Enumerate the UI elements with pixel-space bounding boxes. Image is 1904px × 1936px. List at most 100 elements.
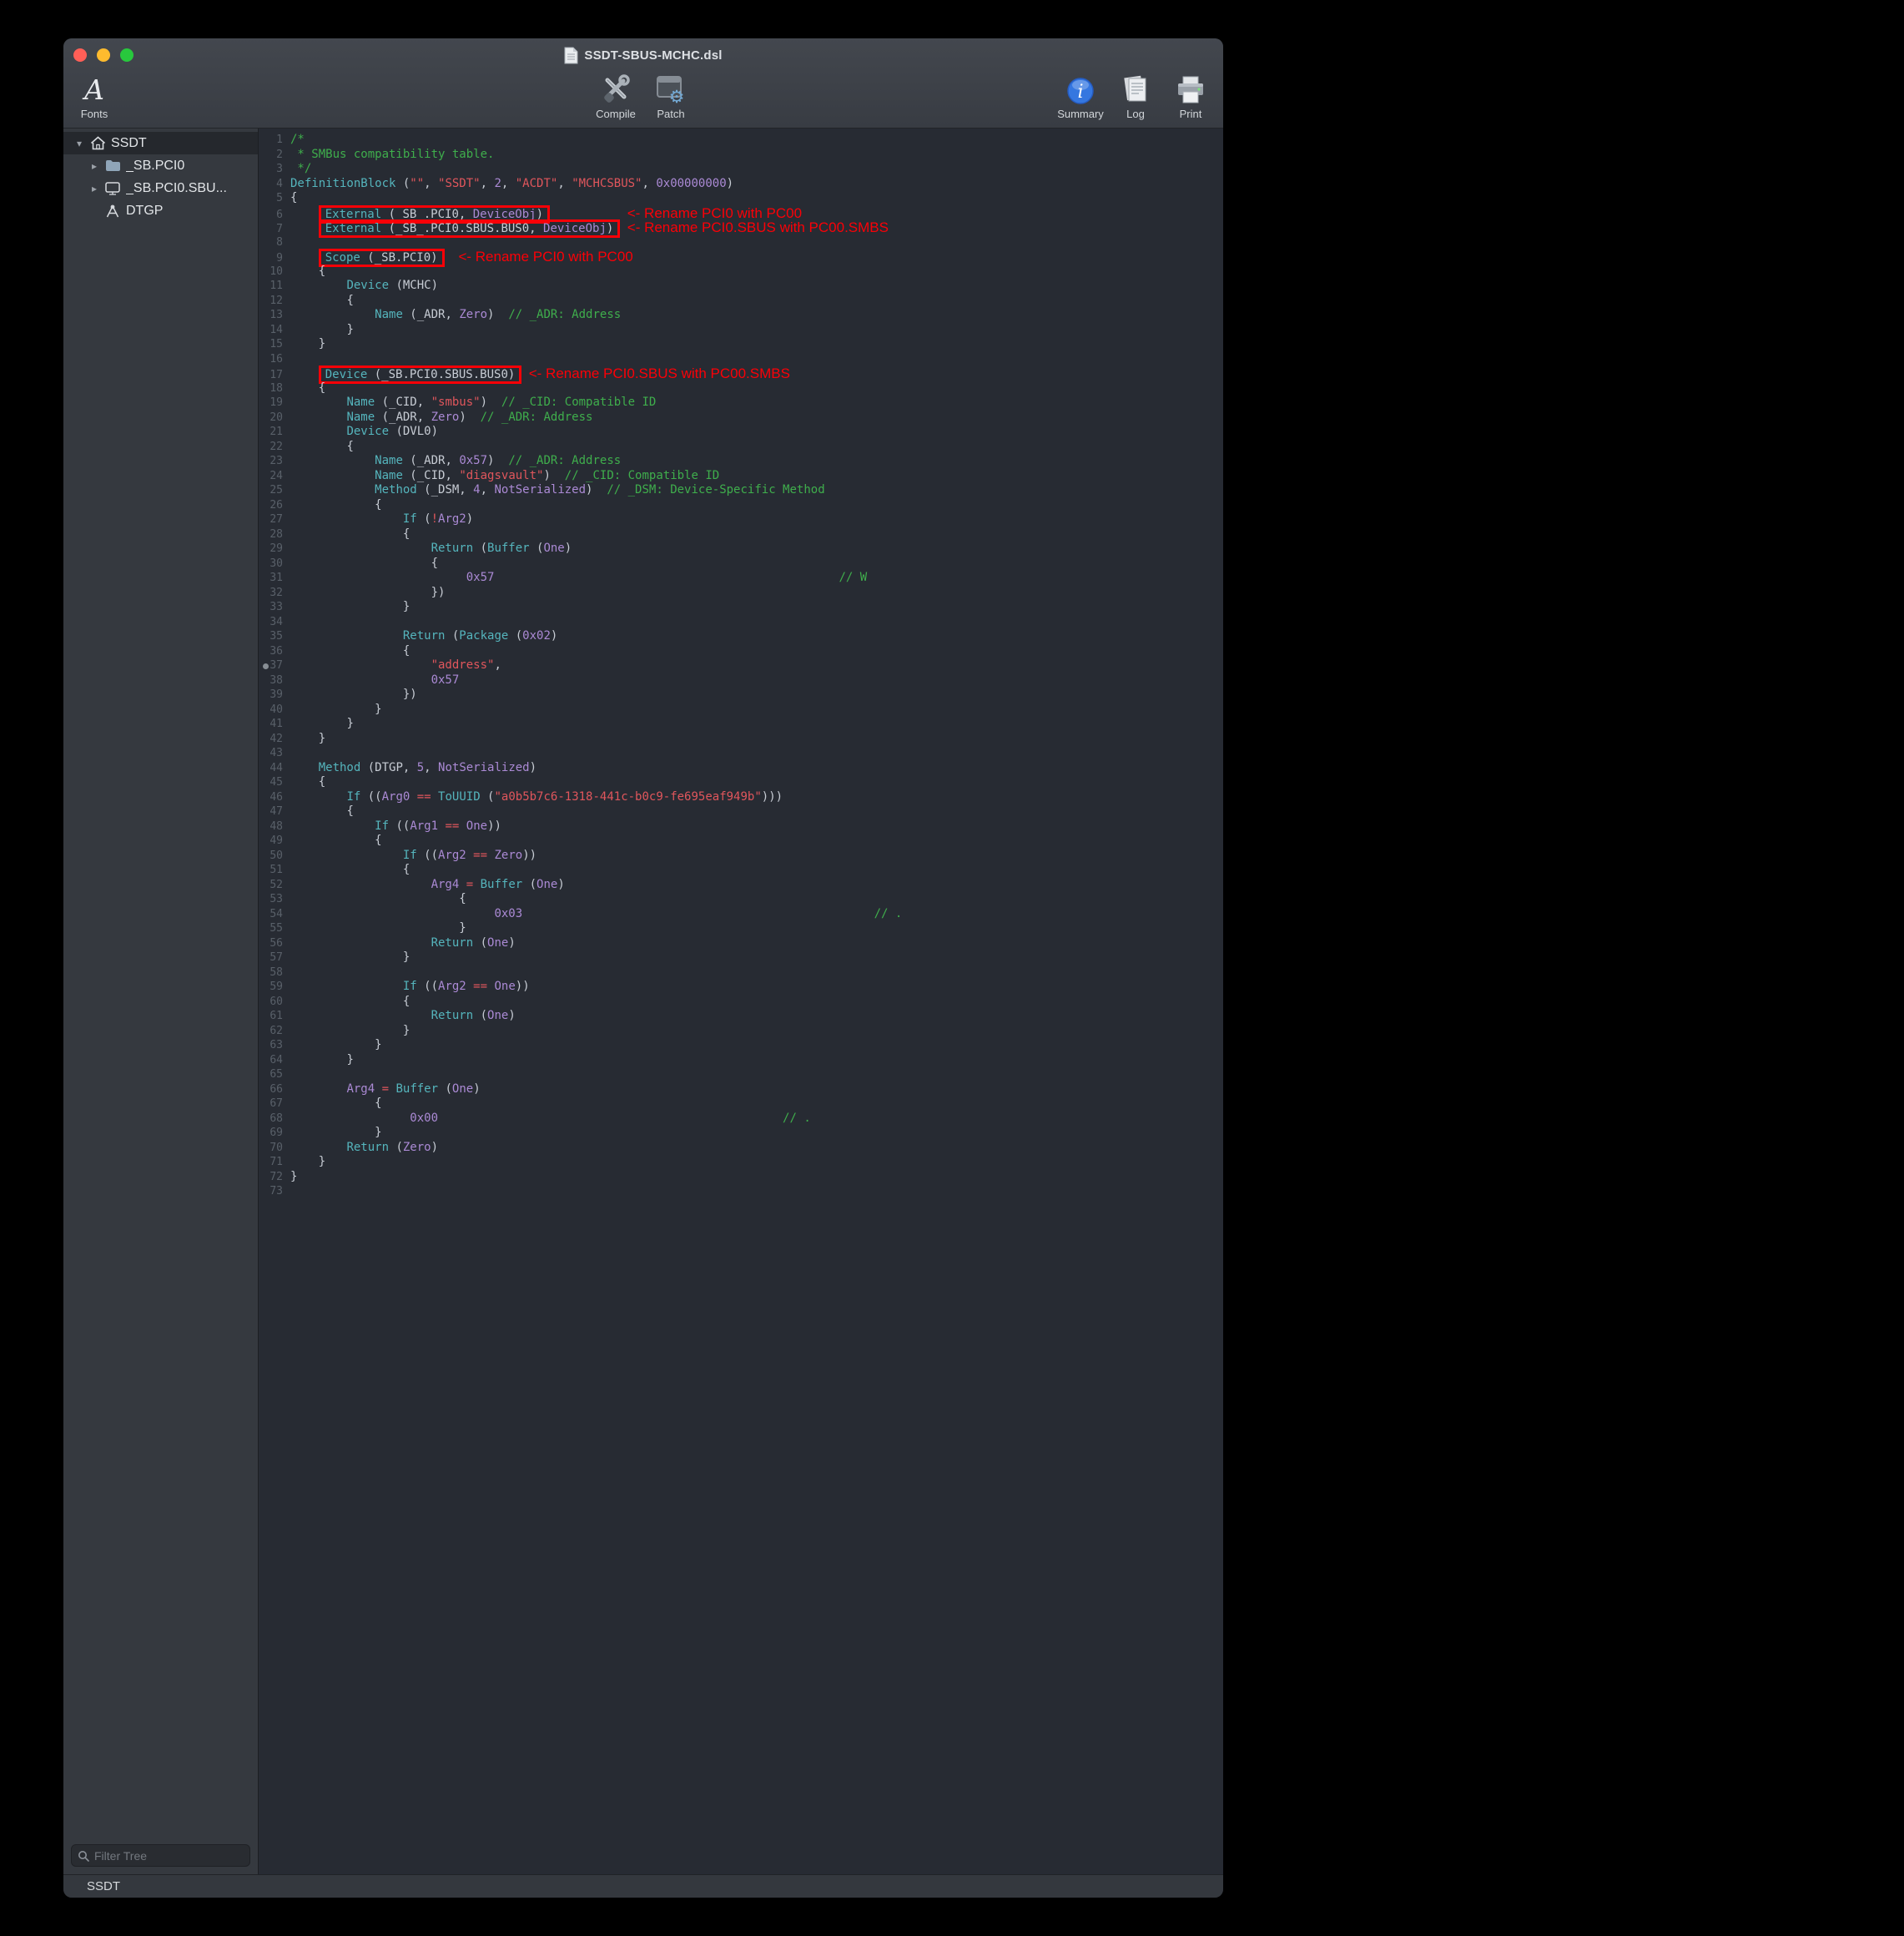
toolbar-label: Log bbox=[1126, 108, 1145, 120]
code-line[interactable]: 34 bbox=[259, 615, 1223, 630]
code-line[interactable]: 42 } bbox=[259, 732, 1223, 747]
code-line[interactable]: 47 { bbox=[259, 804, 1223, 819]
code-line[interactable]: 65 bbox=[259, 1067, 1223, 1082]
code-line[interactable]: 9 Scope (_SB.PCI0) <- Rename PCI0 with P… bbox=[259, 250, 1223, 265]
code-line[interactable]: 5{ bbox=[259, 191, 1223, 206]
code-line[interactable]: 43 bbox=[259, 746, 1223, 761]
code-line[interactable]: 37 "address", bbox=[259, 658, 1223, 673]
code-line[interactable]: 57 } bbox=[259, 950, 1223, 965]
toolbar-label: Patch bbox=[657, 108, 684, 120]
code-line[interactable]: 18 { bbox=[259, 381, 1223, 396]
code-line[interactable]: 8 bbox=[259, 235, 1223, 250]
code-line[interactable]: 44 Method (DTGP, 5, NotSerialized) bbox=[259, 761, 1223, 776]
code-line[interactable]: 11 Device (MCHC) bbox=[259, 279, 1223, 294]
code-line[interactable]: 12 { bbox=[259, 294, 1223, 309]
line-number: 71 bbox=[259, 1155, 290, 1170]
code-line[interactable]: 70 Return (Zero) bbox=[259, 1141, 1223, 1156]
code-line[interactable]: 23 Name (_ADR, 0x57) // _ADR: Address bbox=[259, 454, 1223, 469]
code-line[interactable]: 16 bbox=[259, 352, 1223, 367]
code-line[interactable]: 53 { bbox=[259, 892, 1223, 907]
code-line[interactable]: 50 If ((Arg2 == Zero)) bbox=[259, 849, 1223, 864]
code-line[interactable]: 64 } bbox=[259, 1053, 1223, 1068]
code-line[interactable]: 19 Name (_CID, "smbus") // _CID: Compati… bbox=[259, 396, 1223, 411]
code-line[interactable]: 55 } bbox=[259, 921, 1223, 936]
summary-button[interactable]: i Summary bbox=[1053, 68, 1108, 120]
code-line[interactable]: 28 { bbox=[259, 527, 1223, 542]
code-line[interactable]: 46 If ((Arg0 == ToUUID ("a0b5b7c6-1318-4… bbox=[259, 790, 1223, 805]
code-line[interactable]: 26 { bbox=[259, 498, 1223, 513]
code-line[interactable]: 66 Arg4 = Buffer (One) bbox=[259, 1082, 1223, 1097]
code-editor[interactable]: 1/*2 * SMBus compatibility table.3 */4De… bbox=[259, 129, 1223, 1874]
code-line[interactable]: 6 External (_SB_.PCI0, DeviceObj) <- Ren… bbox=[259, 206, 1223, 221]
line-number: 14 bbox=[259, 323, 290, 338]
disclosure-triangle[interactable]: ▾ bbox=[72, 138, 87, 149]
code-line[interactable]: 61 Return (One) bbox=[259, 1009, 1223, 1024]
line-number: 49 bbox=[259, 834, 290, 849]
sidebar-item-ssdt[interactable]: ▾SSDT bbox=[63, 132, 258, 154]
disclosure-triangle[interactable]: ▸ bbox=[87, 160, 102, 172]
code-line[interactable]: 17 Device (_SB.PCI0.SBUS.BUS0) <- Rename… bbox=[259, 366, 1223, 381]
code-line[interactable]: 29 Return (Buffer (One) bbox=[259, 542, 1223, 557]
code-line[interactable]: 1/* bbox=[259, 133, 1223, 148]
code-line[interactable]: 38 0x57 bbox=[259, 673, 1223, 688]
code-line[interactable]: 25 Method (_DSM, 4, NotSerialized) // _D… bbox=[259, 483, 1223, 498]
compile-button[interactable]: Compile bbox=[588, 68, 643, 120]
filter-tree-input[interactable] bbox=[94, 1849, 244, 1863]
log-button[interactable]: Log bbox=[1108, 68, 1163, 120]
code-line[interactable]: 73 bbox=[259, 1184, 1223, 1199]
code-line[interactable]: 63 } bbox=[259, 1038, 1223, 1053]
disclosure-triangle[interactable]: ▸ bbox=[87, 183, 102, 194]
code-line[interactable]: 40 } bbox=[259, 703, 1223, 718]
code-line[interactable]: 14 } bbox=[259, 323, 1223, 338]
code-line[interactable]: 58 bbox=[259, 965, 1223, 981]
code-line[interactable]: 69 } bbox=[259, 1126, 1223, 1141]
print-button[interactable]: Print bbox=[1163, 68, 1218, 120]
sidebar-item-sb-pci0[interactable]: ▸_SB.PCI0 bbox=[63, 154, 258, 177]
code-line[interactable]: 35 Return (Package (0x02) bbox=[259, 629, 1223, 644]
code-line[interactable]: 56 Return (One) bbox=[259, 936, 1223, 951]
code-line[interactable]: 22 { bbox=[259, 440, 1223, 455]
code-line[interactable]: 41 } bbox=[259, 717, 1223, 732]
code-line[interactable]: 72} bbox=[259, 1170, 1223, 1185]
document-icon[interactable] bbox=[564, 47, 578, 64]
toolbar-label: Fonts bbox=[81, 108, 108, 120]
code-line[interactable]: 7 External (_SB_.PCI0.SBUS.BUS0, DeviceO… bbox=[259, 220, 1223, 235]
code-line[interactable]: 21 Device (DVL0) bbox=[259, 425, 1223, 440]
code-line[interactable]: 32 }) bbox=[259, 586, 1223, 601]
fonts-button[interactable]: A Fonts bbox=[67, 68, 122, 120]
code-line[interactable]: 48 If ((Arg1 == One)) bbox=[259, 819, 1223, 834]
line-number: 41 bbox=[259, 717, 290, 732]
code-line[interactable]: 20 Name (_ADR, Zero) // _ADR: Address bbox=[259, 411, 1223, 426]
code-line[interactable]: 30 { bbox=[259, 557, 1223, 572]
code-line[interactable]: 4DefinitionBlock ("", "SSDT", 2, "ACDT",… bbox=[259, 177, 1223, 192]
code-line[interactable]: 2 * SMBus compatibility table. bbox=[259, 148, 1223, 163]
line-number: 29 bbox=[259, 542, 290, 557]
code-line[interactable]: 49 { bbox=[259, 834, 1223, 849]
code-line[interactable]: 15 } bbox=[259, 337, 1223, 352]
patch-button[interactable]: ⚙ Patch bbox=[643, 68, 698, 120]
code-line[interactable]: 51 { bbox=[259, 863, 1223, 878]
code-line[interactable]: 59 If ((Arg2 == One)) bbox=[259, 980, 1223, 995]
code-line[interactable]: 33 } bbox=[259, 600, 1223, 615]
code-line[interactable]: 13 Name (_ADR, Zero) // _ADR: Address bbox=[259, 308, 1223, 323]
code-line[interactable]: 68 0x00 // . bbox=[259, 1112, 1223, 1127]
code-line[interactable]: 67 { bbox=[259, 1097, 1223, 1112]
line-number: 39 bbox=[259, 688, 290, 703]
code-line[interactable]: 62 } bbox=[259, 1024, 1223, 1039]
svg-text:i: i bbox=[1077, 82, 1083, 103]
code-line[interactable]: 45 { bbox=[259, 775, 1223, 790]
code-line[interactable]: 71 } bbox=[259, 1155, 1223, 1170]
code-line[interactable]: 3 */ bbox=[259, 162, 1223, 177]
sidebar-item-sb-pci0-sbu[interactable]: ▸_SB.PCI0.SBU... bbox=[63, 177, 258, 199]
code-line[interactable]: 52 Arg4 = Buffer (One) bbox=[259, 878, 1223, 893]
code-line[interactable]: 60 { bbox=[259, 995, 1223, 1010]
code-line[interactable]: 27 If (!Arg2) bbox=[259, 512, 1223, 527]
code-line[interactable]: 24 Name (_CID, "diagsvault") // _CID: Co… bbox=[259, 469, 1223, 484]
code-line[interactable]: 10 { bbox=[259, 265, 1223, 280]
line-number: 3 bbox=[259, 162, 290, 177]
sidebar-item-dtgp[interactable]: DTGP bbox=[63, 199, 258, 222]
code-line[interactable]: 36 { bbox=[259, 644, 1223, 659]
code-line[interactable]: 54 0x03 // . bbox=[259, 907, 1223, 922]
code-line[interactable]: 39 }) bbox=[259, 688, 1223, 703]
code-line[interactable]: 31 0x57 // W bbox=[259, 571, 1223, 586]
